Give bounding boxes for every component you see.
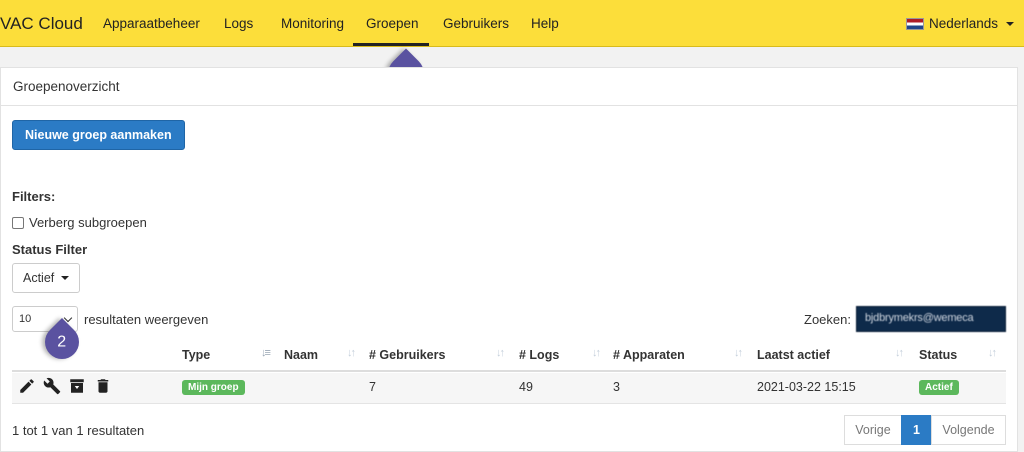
nav-item-logs[interactable]: Logs [224,16,253,31]
table-info: 1 tot 1 van 1 resultaten [12,423,145,438]
caret-down-icon [1006,21,1014,26]
panel-title: Groepenoverzicht [1,68,1017,106]
trash-icon[interactable] [94,377,112,395]
top-navbar: VAC Cloud Apparaatbeheer Logs Monitoring… [0,0,1024,47]
page-length-suffix: resultaten weergeven [84,312,209,327]
archive-icon[interactable] [68,377,86,395]
pagination-prev[interactable]: Vorige [844,415,902,445]
wrench-icon[interactable] [43,377,61,395]
column-header-devices[interactable]: # Apparaten [613,348,685,362]
sort-icon: ↓↑ [988,347,997,359]
last-active-cell: 2021-03-22 15:15 [757,380,856,394]
column-header-type[interactable]: Type [182,348,210,362]
language-selector[interactable]: Nederlands [905,16,1014,31]
status-filter-label: Status Filter [12,242,88,257]
status-filter-dropdown[interactable]: Actief [12,263,81,293]
users-cell: 7 [369,380,376,394]
pagination-page-1[interactable]: 1 [901,415,932,445]
devices-cell: 3 [613,380,620,394]
column-header-status[interactable]: Status [919,348,957,362]
sort-asc-icon: ↓≡ [261,347,271,359]
status-filter-value: Actief [23,271,55,285]
status-cell: Actief [919,379,959,395]
column-header-name[interactable]: Naam [284,348,318,362]
hide-subgroups-checkbox[interactable] [12,216,24,229]
sort-icon: ↓↑ [734,347,743,359]
logs-cell: 49 [519,380,533,394]
sort-icon: ↓↑ [496,347,505,359]
nav-item-apparaatbeheer[interactable]: Apparaatbeheer [103,16,200,31]
hide-subgroups-label: Verberg subgroepen [29,215,147,230]
edit-icon[interactable] [18,377,36,395]
hide-subgroups-filter[interactable]: Verberg subgroepen [12,215,147,230]
sort-icon: ↓↑ [347,347,356,359]
nav-item-gebruikers[interactable]: Gebruikers [443,16,509,31]
filters-label: Filters: [12,189,56,204]
pagination-next[interactable]: Volgende [931,415,1006,445]
column-header-last-active[interactable]: Laatst actief [757,348,830,362]
sort-icon: ↓↑ [592,347,601,359]
nav-item-monitoring[interactable]: Monitoring [281,16,344,31]
page-length-value: 10 [19,313,32,325]
table-row [12,373,1006,403]
table-row-divider [12,403,1006,404]
new-group-button[interactable]: Nieuwe groep aanmaken [12,120,185,150]
column-header-users[interactable]: # Gebruikers [369,348,445,362]
nav-active-indicator [353,43,429,46]
nav-item-groepen[interactable]: Groepen [366,16,419,31]
sort-icon: ↓↑ [895,347,904,359]
type-badge: Mijn groep [182,380,245,395]
groups-panel: Groepenoverzicht Nieuwe groep aanmaken F… [0,67,1018,452]
caret-down-icon [61,276,70,280]
type-cell: Mijn groep [182,379,245,395]
search-input[interactable]: bjdbrymekrs@wemeca [856,306,1006,332]
column-header-logs[interactable]: # Logs [519,348,559,362]
netherlands-flag-icon [905,17,924,30]
language-label: Nederlands [928,16,998,31]
table-header-divider [12,370,1006,372]
search-label: Zoeken: [804,312,851,327]
nav-item-help[interactable]: Help [531,16,559,31]
status-badge: Actief [919,380,959,395]
brand-logo[interactable]: VAC Cloud [0,14,83,34]
